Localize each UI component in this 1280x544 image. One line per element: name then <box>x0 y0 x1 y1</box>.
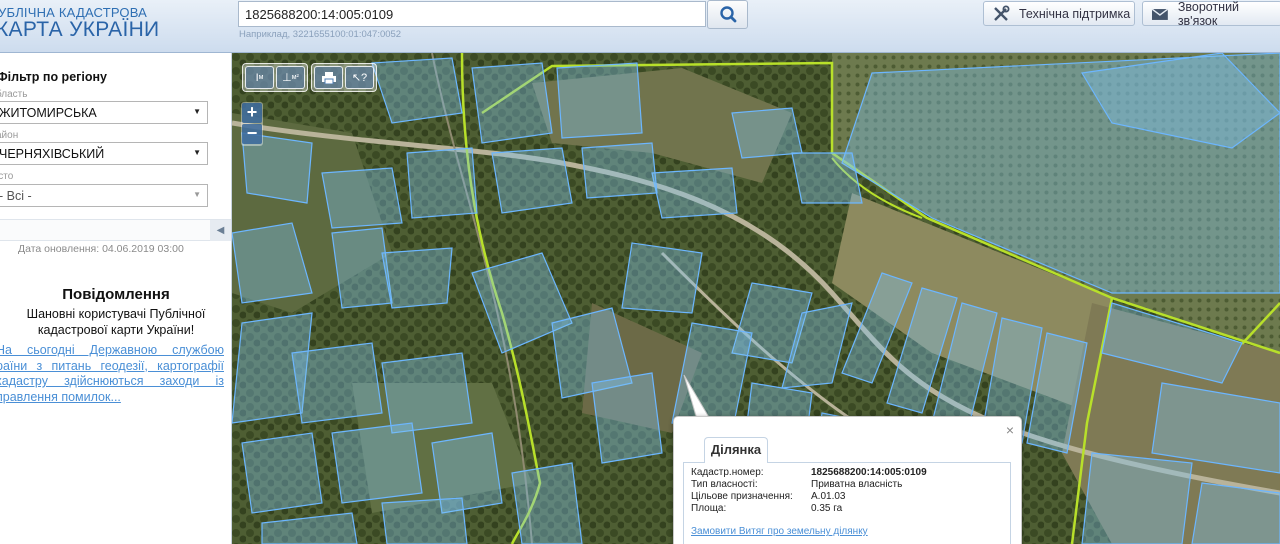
rayon-label: айон <box>0 130 19 141</box>
envelope-icon <box>1151 7 1169 20</box>
sidebar-collapse-bar: ◀ <box>0 219 231 241</box>
rayon-value: ЧЕРНЯХІВСЬКИЙ <box>0 147 105 161</box>
feedback-button[interactable]: Зворотний зв'язок <box>1142 0 1280 28</box>
misto-value: - Всі - <box>0 189 32 203</box>
row-key: Кадастр.номер: <box>691 467 764 478</box>
oblast-value: ЖИТОМИРСЬКА <box>0 106 97 120</box>
cadastral-number-row: Кадастр.номер: 1825688200:14:005:0109 <box>691 467 927 478</box>
row-value: 1825688200:14:005:0109 <box>811 467 927 478</box>
ruler-area-icon[interactable]: ⊥ м² <box>276 66 305 89</box>
oblast-select[interactable]: ЖИТОМИРСЬКА ▼ <box>0 101 208 124</box>
collapse-left-icon[interactable]: ◀ <box>210 220 231 241</box>
filter-title: Фільтр по регіону <box>0 70 107 84</box>
misto-label: істо <box>0 171 14 182</box>
support-button[interactable]: Технічна підтримка <box>983 1 1135 26</box>
parcel-popup: × Ділянка Кадастр.номер: 1825688200:14:00… <box>673 416 1022 544</box>
search-icon <box>720 6 737 23</box>
tab-parcel[interactable]: Ділянка <box>704 437 768 463</box>
row-key: Площа: <box>691 503 727 514</box>
purpose-row: Цільове призначення: A.01.03 <box>691 491 845 502</box>
order-extract-link[interactable]: Замовити Витяг про земельну ділянку <box>691 526 868 537</box>
notice-link[interactable]: На сьогодні Державною службою раїни з пи… <box>0 343 224 405</box>
dropdown-arrow-icon: ▼ <box>193 190 201 199</box>
search-button[interactable] <box>707 0 748 29</box>
notice-title: Повідомлення <box>62 286 170 303</box>
measure-tools: Iм ⊥ м² <box>242 63 308 92</box>
search-input[interactable] <box>238 1 706 27</box>
ruler-length-icon[interactable]: Iм <box>245 66 274 89</box>
rayon-select[interactable]: ЧЕРНЯХІВСЬКИЙ ▼ <box>0 142 208 165</box>
parcel-info: Кадастр.номер: 1825688200:14:005:0109 Тип… <box>683 462 1011 544</box>
brand-title[interactable]: КАРТА УКРАЇНИ <box>0 18 159 42</box>
ownership-row: Тип власності: Приватна власність <box>691 479 902 490</box>
utility-tools: ↖? <box>311 63 377 92</box>
row-value: 0.35 га <box>811 503 843 514</box>
oblast-label: бласть <box>0 89 28 100</box>
identify-icon[interactable]: ↖? <box>345 66 374 89</box>
row-value: Приватна власність <box>811 479 903 490</box>
notice-text: Шановні користувачі Публічної кадастрово… <box>26 307 206 337</box>
area-row: Площа: 0.35 га <box>691 503 842 514</box>
row-key: Тип власності: <box>691 479 758 490</box>
support-label: Технічна підтримка <box>1019 6 1131 21</box>
header: УБЛІЧНА КАДАСТРОВА КАРТА УКРАЇНИ Наприкл… <box>0 0 1280 53</box>
feedback-label: Зворотний зв'язок <box>1177 0 1240 28</box>
zoom-in-button[interactable]: + <box>242 103 262 123</box>
close-icon[interactable]: × <box>1006 422 1014 438</box>
tools-icon <box>994 5 1010 21</box>
search-hint: Наприклад, 3221655100:01:047:0052 <box>239 29 402 40</box>
update-date: Дата оновлення: 04.06.2019 03:00 <box>18 243 184 255</box>
print-icon[interactable] <box>314 66 343 89</box>
sidebar: Фільтр по регіону бласть ЖИТОМИРСЬКА ▼ а… <box>0 53 232 544</box>
zoom-out-button[interactable]: − <box>242 124 262 144</box>
dropdown-arrow-icon: ▼ <box>193 148 201 157</box>
row-key: Цільове призначення: <box>691 491 793 502</box>
misto-select[interactable]: - Всі - ▼ <box>0 184 208 207</box>
row-value: A.01.03 <box>811 491 846 502</box>
zoom-control: + − <box>241 102 263 146</box>
dropdown-arrow-icon: ▼ <box>193 107 201 116</box>
